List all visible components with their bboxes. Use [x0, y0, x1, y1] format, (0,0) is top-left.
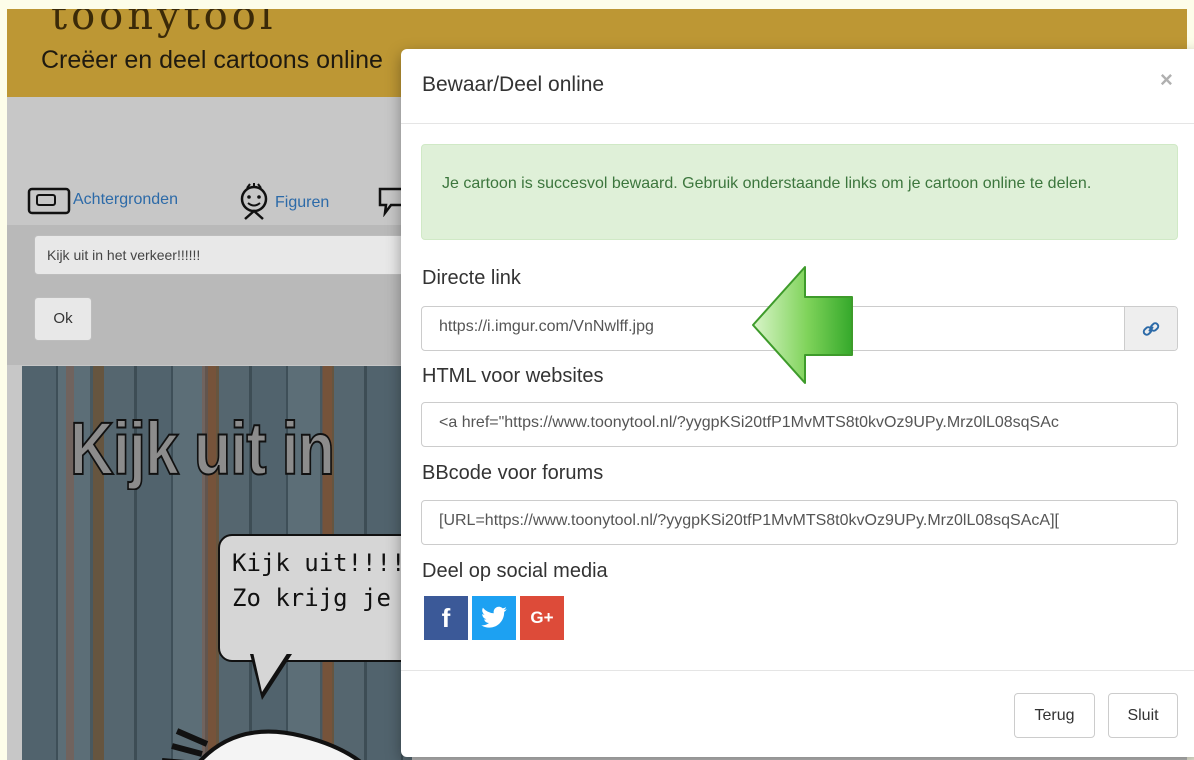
background-icon — [27, 187, 71, 215]
twitter-icon — [481, 606, 507, 628]
cartoon-figure — [162, 728, 362, 760]
html-code-input[interactable]: <a href="https://www.toonytool.nl/?yygpK… — [421, 402, 1178, 447]
cartoon-title-text: Kijk uit in — [69, 406, 336, 491]
share-modal: Bewaar/Deel online × Je cartoon is succe… — [401, 49, 1194, 757]
figure-icon — [240, 183, 268, 220]
success-alert: Je cartoon is succesvol bewaard. Gebruik… — [421, 144, 1178, 240]
green-arrow-icon — [752, 266, 853, 384]
modal-header: Bewaar/Deel online × — [401, 49, 1194, 124]
ok-button[interactable]: Ok — [34, 297, 92, 341]
html-code-field[interactable]: <a href="https://www.toonytool.nl/?yygpK… — [439, 414, 1059, 432]
bbcode-field[interactable]: [URL=https://www.toonytool.nl/?yygpKSi20… — [439, 512, 1059, 530]
speech-bubble-tail-fill — [253, 652, 288, 692]
close-button[interactable]: Sluit — [1108, 693, 1178, 738]
tool-backgrounds-label[interactable]: Achtergronden — [73, 191, 178, 209]
twitter-share-button[interactable] — [472, 596, 516, 640]
text-editor-panel: Kijk uit in het verkeer!!!!!! Ok — [7, 225, 414, 365]
editor-toolbar: Achtergronden Figuren — [7, 169, 407, 225]
cartoon-canvas[interactable]: Kijk uit in Kijk uit!!!!! Zo krijg je — [22, 366, 412, 760]
close-icon[interactable]: × — [1160, 67, 1173, 93]
copy-link-button[interactable] — [1124, 307, 1177, 350]
facebook-icon: f — [441, 602, 451, 633]
bbcode-label: BBcode voor forums — [422, 462, 604, 484]
google-plus-share-button[interactable]: G+ — [520, 596, 564, 640]
modal-footer: Terug Sluit — [401, 670, 1194, 758]
html-code-label: HTML voor websites — [422, 365, 604, 387]
tool-backgrounds[interactable]: Achtergronden — [27, 183, 178, 217]
modal-title: Bewaar/Deel online — [422, 73, 605, 96]
bbcode-input[interactable]: [URL=https://www.toonytool.nl/?yygpKSi20… — [421, 500, 1178, 545]
tool-figures[interactable]: Figuren — [233, 183, 329, 223]
direct-link-label: Directe link — [422, 267, 521, 289]
site-logo[interactable]: toonytool — [51, 9, 277, 39]
speech-bubble-text: Kijk uit!!!!! Zo krijg je — [232, 549, 412, 612]
facebook-share-button[interactable]: f — [424, 596, 468, 640]
google-plus-icon: G+ — [530, 608, 554, 627]
tool-figures-label[interactable]: Figuren — [275, 194, 329, 212]
cartoon-text-input[interactable]: Kijk uit in het verkeer!!!!!! — [34, 235, 414, 275]
site-tagline: Creëer en deel cartoons online — [41, 46, 383, 74]
link-icon — [1142, 321, 1160, 336]
social-share-buttons: f G+ — [424, 596, 564, 640]
back-button[interactable]: Terug — [1014, 693, 1095, 738]
direct-link-field[interactable]: https://i.imgur.com/VnNwlff.jpg — [439, 318, 654, 336]
social-media-label: Deel op social media — [422, 560, 608, 582]
